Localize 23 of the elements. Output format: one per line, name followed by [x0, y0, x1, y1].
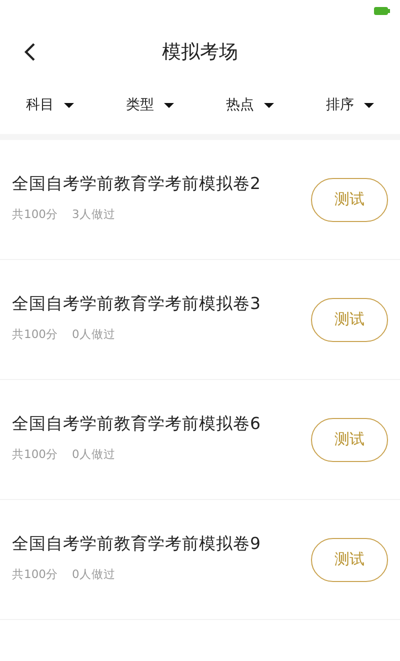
attempt-count: 0人做过	[72, 567, 116, 582]
total-score: 共100分	[12, 327, 58, 342]
total-score: 共100分	[12, 567, 58, 582]
caret-icon	[64, 102, 74, 108]
caret-icon	[264, 102, 274, 108]
caret-icon	[164, 102, 174, 108]
total-score: 共100分	[12, 447, 58, 462]
filter-dropdown[interactable]: 热点	[200, 90, 300, 120]
paper-title: 全国自考学前教育学考前模拟卷9	[12, 533, 262, 555]
attempt-count: 0人做过	[72, 327, 116, 342]
paper-title: 全国自考学前教育学考前模拟卷3	[12, 293, 262, 315]
attempt-count: 0人做过	[72, 447, 116, 462]
filter-dropdown[interactable]: 类型	[100, 90, 200, 120]
filter-dropdown[interactable]: 排序	[300, 90, 400, 120]
page-title: 模拟考场	[162, 40, 238, 65]
paper-title: 全国自考学前教育学考前模拟卷2	[12, 173, 262, 195]
battery-icon	[374, 6, 390, 16]
back-icon	[22, 42, 38, 62]
attempt-count: 3人做过	[72, 207, 116, 222]
caret-icon	[364, 102, 374, 108]
filter-dropdown[interactable]: 科目	[0, 90, 100, 120]
total-score: 共100分	[12, 207, 58, 222]
paper-title: 全国自考学前教育学考前模拟卷6	[12, 413, 262, 435]
